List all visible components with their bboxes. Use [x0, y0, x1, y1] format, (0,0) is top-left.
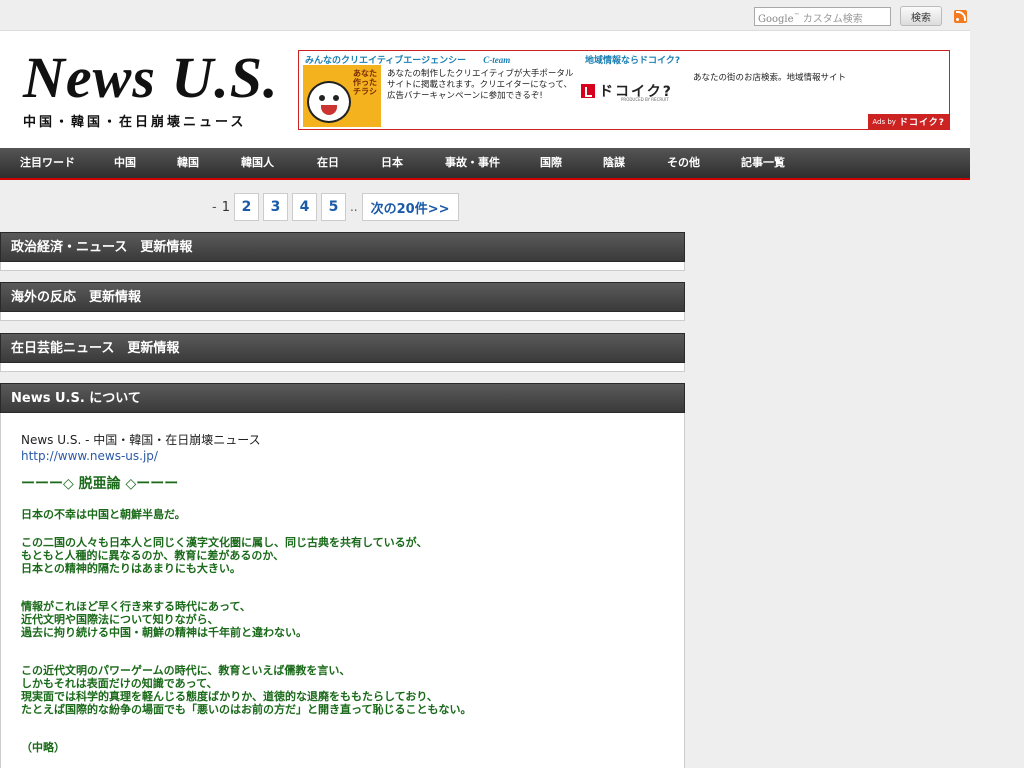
about-paragraph-5: （中略）: [21, 741, 65, 754]
ad-right-text[interactable]: あなたの街のお店検索。地域情報サイト: [693, 71, 846, 83]
site-search: Google™ カスタム検索 検索: [754, 6, 967, 26]
google-mark: Google: [758, 13, 794, 25]
nav-item-koreans[interactable]: 韓国人: [241, 148, 274, 178]
nav-item-featured[interactable]: 注目ワード: [20, 148, 75, 178]
ad-illustration-text: あなた作ったチラシ: [353, 69, 377, 96]
ad-banner[interactable]: みんなのクリエイティブエージェンシー C-team あなた作ったチラシ あなたの…: [298, 50, 950, 130]
about-body: News U.S. - 中国・韓国・在日崩壊ニュース http://www.ne…: [0, 413, 685, 768]
ads-by-label[interactable]: Ads by ドコイク?: [868, 114, 949, 129]
nav-item-other[interactable]: その他: [667, 148, 700, 178]
nav-item-china[interactable]: 中国: [114, 148, 136, 178]
rss-icon[interactable]: [954, 9, 967, 23]
section-entertainment: 在日芸能ニュース 更新情報: [0, 333, 685, 372]
about-site-url[interactable]: http://www.news-us.jp/: [21, 449, 664, 463]
cartoon-face-icon: [307, 81, 351, 123]
site-header: News U.S. 中国・韓国・在日崩壊ニュース みんなのクリエイティブエージェ…: [0, 30, 970, 148]
about-paragraph-1: 日本の不幸は中国と朝鮮半島だ。: [21, 508, 186, 521]
pager-page-2[interactable]: 2: [233, 193, 259, 221]
section-title: 在日芸能ニュース 更新情報: [0, 333, 685, 363]
section-politics-economy: 政治経済・ニュース 更新情報: [0, 232, 685, 271]
pagination: - 1 2 3 4 5 .. 次の20件>>: [212, 192, 463, 222]
ad-left-text[interactable]: あなたの制作したクリエイティブが大手ポータルサイトに掲載されます。クリエイターに…: [387, 69, 577, 102]
logo-title: News U.S.: [23, 45, 279, 110]
about-paragraph-2: この二国の人々も日本人と同じく漢字文化圏に属し、同じ古典を共有しているが、 もと…: [21, 536, 428, 575]
pager-current: 1: [221, 199, 230, 215]
nav-item-japan[interactable]: 日本: [381, 148, 403, 178]
section-body: [0, 363, 685, 372]
nav-item-incidents[interactable]: 事故・事件: [445, 148, 500, 178]
pager-page-5[interactable]: 5: [320, 193, 346, 221]
ad-mid-heading[interactable]: 地域情報ならドコイク?: [585, 53, 680, 66]
logo-subtitle: 中国・韓国・在日崩壊ニュース: [23, 115, 247, 130]
recruit-mark-icon: [581, 84, 595, 98]
search-button[interactable]: 検索: [900, 6, 942, 26]
main-nav: 注目ワード 中国 韓国 韓国人 在日 日本 事故・事件 国際 陰謀 その他 記事…: [0, 148, 970, 180]
pager-next-button[interactable]: 次の20件>>: [361, 193, 459, 221]
pager-page-3[interactable]: 3: [262, 193, 288, 221]
section-body: [0, 262, 685, 271]
about-motto: ーーー◇ 脱亜論 ◇ーーー: [21, 476, 179, 492]
nav-item-all-articles[interactable]: 記事一覧: [741, 148, 785, 178]
search-placeholder: カスタム検索: [802, 13, 863, 25]
nav-item-conspiracy[interactable]: 陰謀: [603, 148, 625, 178]
pager-ellipsis: ..: [349, 200, 358, 214]
about-site-name: News U.S. - 中国・韓国・在日崩壊ニュース: [21, 433, 261, 447]
search-input[interactable]: Google™ カスタム検索: [754, 6, 891, 26]
pager-page-4[interactable]: 4: [291, 193, 317, 221]
section-title: 政治経済・ニュース 更新情報: [0, 232, 685, 262]
ad-illustration[interactable]: あなた作ったチラシ: [303, 65, 381, 127]
about-paragraph-3: 情報がこれほど早く行き来する時代にあって、 近代文明や国際法について知りながら、…: [21, 600, 307, 639]
site-logo[interactable]: News U.S. 中国・韓国・在日崩壊ニュース: [23, 45, 279, 131]
nav-item-korea[interactable]: 韓国: [177, 148, 199, 178]
nav-item-international[interactable]: 国際: [540, 148, 562, 178]
nav-item-zainichi[interactable]: 在日: [317, 148, 339, 178]
section-about: News U.S. について News U.S. - 中国・韓国・在日崩壊ニュー…: [0, 383, 685, 768]
about-paragraph-4: この近代文明のパワーゲームの時代に、教育といえば儒教を言い、 しかもそれは表面だ…: [21, 664, 472, 716]
section-title: News U.S. について: [0, 383, 685, 413]
dokoiku-logo[interactable]: ドコイク? PRODUCED BY RECRUIT: [581, 81, 673, 102]
section-body: [0, 312, 685, 321]
section-title: 海外の反応 更新情報: [0, 282, 685, 312]
section-overseas-reaction: 海外の反応 更新情報: [0, 282, 685, 321]
pager-prefix: -: [212, 199, 217, 215]
